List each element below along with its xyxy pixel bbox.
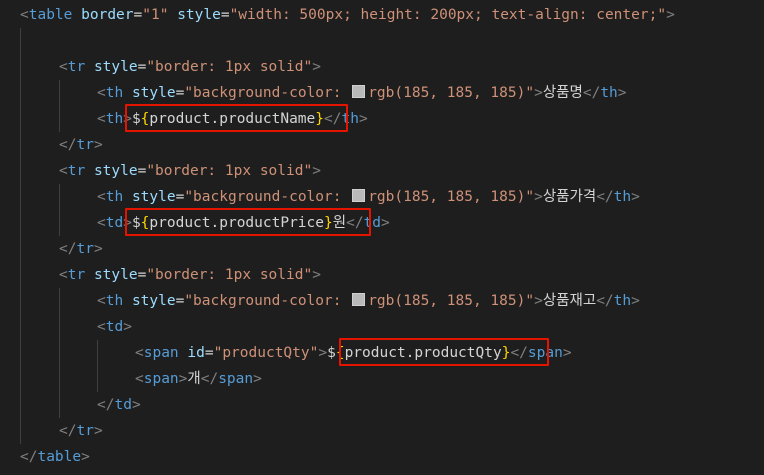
indent-guide (59, 184, 60, 236)
code-line-tr-open-2: <tr style="border: 1px solid"> (59, 163, 321, 179)
highlight-box-product-price (125, 208, 371, 236)
color-swatch-icon[interactable] (352, 189, 366, 202)
code-line-th-product-name: <th style="background-color: rgb(185, 18… (97, 85, 627, 101)
highlight-box-product-name (125, 104, 348, 132)
code-line-span-unit: <span>개</span> (135, 371, 262, 387)
code-line-tr-close-1: </tr> (59, 137, 103, 153)
code-line-table-open: <table border="1" style="width: 500px; h… (20, 7, 675, 23)
code-line-th-product-price: <th style="background-color: rgb(185, 18… (97, 189, 640, 205)
code-line-tr-open-3: <tr style="border: 1px solid"> (59, 267, 321, 283)
indent-guide (97, 340, 98, 392)
code-line-th-product-qty: <th style="background-color: rgb(185, 18… (97, 293, 640, 309)
indent-guide (59, 80, 60, 132)
code-line-tr-open-1: <tr style="border: 1px solid"> (59, 59, 321, 75)
indent-guide (59, 288, 60, 418)
code-line-td-open: <td> (97, 319, 132, 335)
color-swatch-icon[interactable] (352, 85, 366, 98)
code-editor[interactable]: <table border="1" style="width: 500px; h… (0, 0, 764, 475)
code-line-td-close: </td> (97, 397, 141, 413)
code-line-tr-close-2: </tr> (59, 241, 103, 257)
color-swatch-icon[interactable] (352, 293, 366, 306)
highlight-box-product-qty (339, 338, 549, 366)
code-line-table-close: </table> (20, 449, 90, 465)
code-line-tr-close-3: </tr> (59, 423, 103, 439)
indent-guide (20, 28, 21, 444)
